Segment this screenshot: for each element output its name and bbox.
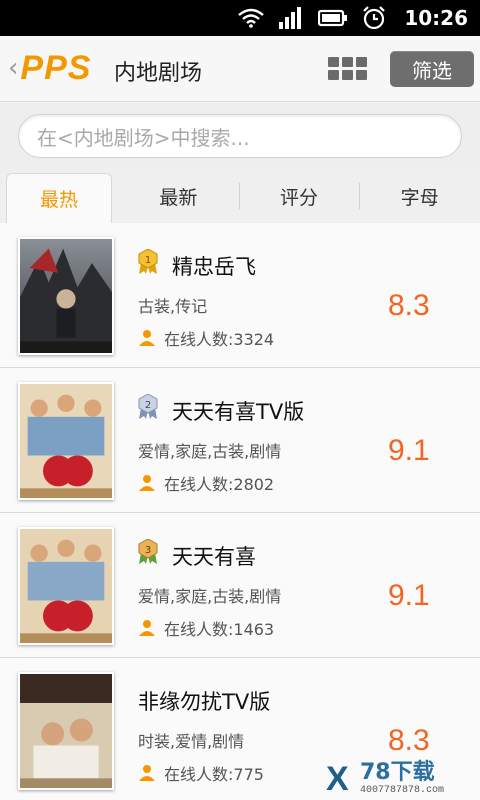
online-count-text: 在线人数:2802 [164, 475, 275, 494]
drama-genre: 时装,爱情,剧情 [138, 732, 245, 751]
back-button[interactable]: ‹ PPS [8, 48, 91, 88]
online-count-text: 在线人数:775 [164, 765, 264, 784]
search-bar: 在<内地剧场>中搜索... [0, 103, 480, 169]
poster-image [18, 672, 114, 790]
list-item[interactable]: 1 精忠岳飞 古装,传记 在线人数:3324 8.3 [0, 223, 480, 368]
watermark-phone: 4007787878.com [360, 785, 445, 796]
back-icon: ‹ [8, 53, 19, 83]
signal-icon [279, 7, 302, 29]
page-title: 内地剧场 [114, 61, 203, 86]
drama-list: 1 精忠岳飞 古装,传记 在线人数:3324 8.3 2 天天有喜TV版 爱情,… [0, 223, 480, 800]
rank-badge-icon: 3 [138, 539, 158, 564]
poster-image [18, 382, 114, 500]
watermark-text: 78下载 [360, 760, 435, 785]
drama-genre: 爱情,家庭,古装,剧情 [138, 587, 282, 606]
battery-icon [318, 9, 348, 27]
rating-score: 9.1 [388, 434, 430, 467]
rating-score: 8.3 [388, 289, 430, 322]
online-count: 在线人数:2802 [138, 471, 274, 495]
drama-title: 天天有喜 [172, 545, 256, 569]
online-count-text: 在线人数:1463 [164, 620, 275, 639]
tab-rating[interactable]: 评分 [238, 169, 360, 223]
drama-title: 天天有喜TV版 [172, 400, 305, 424]
rank-badge-icon: 2 [138, 394, 158, 419]
user-icon [139, 620, 155, 636]
user-icon [139, 765, 155, 781]
tab-newest[interactable]: 最新 [118, 169, 239, 223]
tab-alphabet[interactable]: 字母 [359, 169, 480, 223]
drama-genre: 古装,传记 [138, 297, 208, 316]
drama-title: 精忠岳飞 [172, 255, 256, 279]
tab-hottest[interactable]: 最热 [6, 173, 112, 223]
svg-text:1: 1 [145, 255, 151, 266]
poster-image [18, 237, 114, 355]
online-count: 在线人数:1463 [138, 616, 274, 640]
filter-button[interactable]: 筛选 [390, 51, 474, 87]
poster-image [18, 527, 114, 645]
drama-genre: 爱情,家庭,古装,剧情 [138, 442, 282, 461]
pps-logo: PPS [20, 49, 92, 87]
clock-time: 10:26 [404, 6, 468, 30]
sort-tabs: 最热 最新 评分 字母 [0, 169, 480, 223]
status-bar: 10:26 [0, 0, 480, 36]
list-item[interactable]: 3 天天有喜 爱情,家庭,古装,剧情 在线人数:1463 9.1 [0, 513, 480, 658]
drama-title: 非缘勿扰TV版 [138, 690, 271, 714]
rating-score: 8.3 [388, 724, 430, 757]
rating-score: 9.1 [388, 579, 430, 612]
online-count: 在线人数:775 [138, 761, 264, 785]
grid-view-icon[interactable] [328, 57, 368, 81]
wifi-icon [238, 8, 265, 28]
rank-badge-icon: 1 [138, 249, 158, 274]
list-item[interactable]: 2 天天有喜TV版 爱情,家庭,古装,剧情 在线人数:2802 9.1 [0, 368, 480, 513]
svg-text:3: 3 [145, 545, 151, 556]
watermark-x-icon: X [326, 760, 349, 798]
svg-text:2: 2 [145, 400, 151, 411]
app-header: ‹ PPS 内地剧场 筛选 [0, 36, 480, 102]
online-count-text: 在线人数:3324 [164, 330, 275, 349]
search-input[interactable]: 在<内地剧场>中搜索... [18, 114, 462, 158]
user-icon [139, 475, 155, 491]
alarm-icon [363, 6, 386, 30]
user-icon [139, 330, 155, 346]
online-count: 在线人数:3324 [138, 326, 274, 350]
watermark: X 78下载 4007787878.com [326, 762, 476, 798]
